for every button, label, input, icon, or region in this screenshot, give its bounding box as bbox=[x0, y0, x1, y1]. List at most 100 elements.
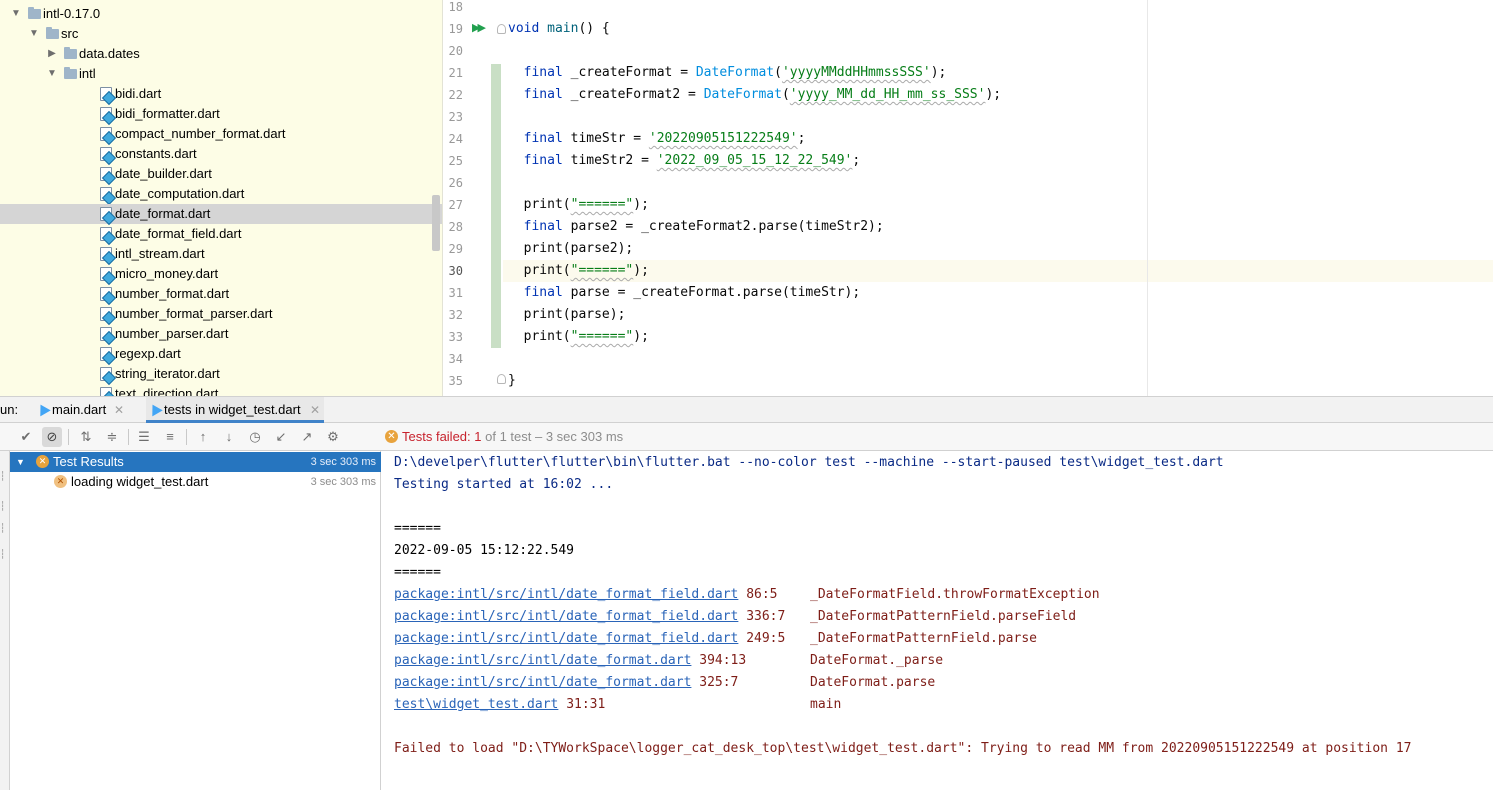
expand-all-icon[interactable]: ☰ bbox=[134, 427, 154, 447]
tree-scrollbar[interactable] bbox=[432, 195, 440, 251]
tab-main-dart[interactable]: main.dart ✕ bbox=[34, 397, 128, 423]
sort-alphabetically-icon[interactable]: ⇅ bbox=[76, 427, 96, 447]
test-duration: 3 sec 303 ms bbox=[310, 456, 376, 468]
stack-trace-member: _DateFormatPatternField.parseField bbox=[810, 609, 1077, 624]
previous-failed-icon[interactable]: ↑ bbox=[193, 427, 213, 447]
tree-file[interactable]: number_parser.dart bbox=[0, 324, 442, 344]
close-icon[interactable]: ✕ bbox=[114, 397, 124, 423]
tree-file[interactable]: regexp.dart bbox=[0, 344, 442, 364]
code-line[interactable]: final timeStr2 = '2022_09_05_15_12_22_54… bbox=[508, 150, 861, 172]
strip-marker[interactable]: ┆ bbox=[0, 471, 5, 485]
stack-trace-link[interactable]: package:intl/src/intl/date_format_field.… bbox=[394, 609, 738, 624]
tree-item-label: constants.dart bbox=[115, 146, 197, 161]
test-results-tree[interactable]: ▼ ✕ Test Results 3 sec 303 ms ✕ loading … bbox=[10, 451, 381, 790]
fold-icon[interactable] bbox=[497, 374, 506, 384]
stack-trace-location: 336:7 bbox=[738, 609, 786, 624]
import-tests-icon[interactable]: ↙ bbox=[271, 427, 291, 447]
tree-item-label: bidi.dart bbox=[115, 86, 162, 101]
tree-file[interactable]: string_iterator.dart bbox=[0, 364, 442, 384]
stack-trace-line: package:intl/src/intl/date_format.dart 3… bbox=[394, 672, 935, 694]
code-line[interactable]: print("======"); bbox=[508, 260, 649, 282]
chevron-down-icon[interactable]: ▼ bbox=[46, 64, 58, 84]
dart-file-icon bbox=[100, 267, 112, 281]
tree-item-label: date_format_field.dart bbox=[115, 226, 242, 241]
tree-file[interactable]: date_format.dart bbox=[0, 204, 442, 224]
stack-trace-location: 249:5 bbox=[738, 631, 786, 646]
line-number: 20 bbox=[448, 44, 463, 58]
console-output[interactable]: D:\develper\flutter\flutter\bin\flutter.… bbox=[382, 451, 1493, 790]
next-failed-icon[interactable]: ↓ bbox=[219, 427, 239, 447]
console-line: D:\develper\flutter\flutter\bin\flutter.… bbox=[394, 455, 1224, 470]
tree-folder[interactable]: ▼ intl-0.17.0 bbox=[0, 4, 442, 24]
line-number: 33 bbox=[448, 330, 463, 344]
stack-trace-link[interactable]: package:intl/src/intl/date_format.dart bbox=[394, 653, 691, 668]
code-line[interactable]: print(parse); bbox=[508, 304, 626, 326]
code-editor[interactable] bbox=[503, 0, 1493, 396]
test-results-root[interactable]: ▼ ✕ Test Results 3 sec 303 ms bbox=[10, 452, 381, 472]
gear-icon[interactable]: ⚙ bbox=[323, 427, 343, 447]
code-line[interactable]: final _createFormat2 = DateFormat('yyyy_… bbox=[508, 84, 1001, 106]
tree-file[interactable]: micro_money.dart bbox=[0, 264, 442, 284]
code-line[interactable]: print(parse2); bbox=[508, 238, 634, 260]
dart-file-icon bbox=[100, 207, 112, 221]
vcs-change-marker[interactable] bbox=[491, 64, 501, 348]
chevron-down-icon[interactable]: ▼ bbox=[16, 452, 25, 472]
tab-tests-in-widget-test[interactable]: tests in widget_test.dart ✕ bbox=[146, 397, 324, 423]
stack-trace-link[interactable]: package:intl/src/intl/date_format_field.… bbox=[394, 631, 738, 646]
code-line[interactable]: final parse = _createFormat.parse(timeSt… bbox=[508, 282, 861, 304]
tree-file[interactable]: constants.dart bbox=[0, 144, 442, 164]
chevron-right-icon[interactable]: ▶ bbox=[46, 44, 58, 64]
strip-marker[interactable]: ┆ bbox=[0, 501, 5, 515]
tree-folder[interactable]: ▼ src bbox=[0, 24, 442, 44]
test-failed-icon: ✕ bbox=[36, 455, 49, 468]
tree-item-label: intl_stream.dart bbox=[115, 246, 205, 261]
stack-trace-link[interactable]: test\widget_test.dart bbox=[394, 697, 558, 712]
code-line[interactable]: print("======"); bbox=[508, 194, 649, 216]
code-line[interactable]: final timeStr = '20220905151222549'; bbox=[508, 128, 806, 150]
tree-file[interactable]: date_computation.dart bbox=[0, 184, 442, 204]
strip-marker[interactable]: ┆ bbox=[0, 549, 5, 563]
code-line[interactable]: } bbox=[508, 370, 516, 392]
line-number: 28 bbox=[448, 220, 463, 234]
tree-file[interactable]: text_direction.dart bbox=[0, 384, 442, 396]
show-ignored-icon[interactable]: ⊘ bbox=[42, 427, 62, 447]
code-line[interactable]: void main() { bbox=[508, 18, 610, 40]
code-line[interactable]: final _createFormat = DateFormat('yyyyMM… bbox=[508, 62, 947, 84]
project-tree[interactable]: ▼ intl-0.17.0 ▼ src ▶ data.dates ▼ intl bidi.dar… bbox=[0, 0, 443, 396]
test-label: loading widget_test.dart bbox=[71, 474, 209, 489]
tree-file[interactable]: intl_stream.dart bbox=[0, 244, 442, 264]
collapse-all-icon[interactable]: ≡ bbox=[160, 427, 180, 447]
chevron-down-icon[interactable]: ▼ bbox=[28, 24, 40, 44]
code-line[interactable]: final parse2 = _createFormat2.parse(time… bbox=[508, 216, 884, 238]
tree-file[interactable]: date_format_field.dart bbox=[0, 224, 442, 244]
tree-folder[interactable]: ▼ intl bbox=[0, 64, 442, 84]
export-tests-icon[interactable]: ↗ bbox=[297, 427, 317, 447]
line-number: 18 bbox=[448, 0, 463, 14]
tree-file[interactable]: number_format.dart bbox=[0, 284, 442, 304]
tree-item-label: compact_number_format.dart bbox=[115, 126, 286, 141]
test-item-loading[interactable]: ✕ loading widget_test.dart 3 sec 303 ms bbox=[10, 472, 381, 492]
strip-marker[interactable]: ┆ bbox=[0, 523, 5, 537]
tree-file[interactable]: date_builder.dart bbox=[0, 164, 442, 184]
line-number: 27 bbox=[448, 198, 463, 212]
tree-item-label: bidi_formatter.dart bbox=[115, 106, 220, 121]
stack-trace-link[interactable]: package:intl/src/intl/date_format.dart bbox=[394, 675, 691, 690]
fold-icon[interactable] bbox=[497, 24, 506, 34]
tree-file[interactable]: bidi_formatter.dart bbox=[0, 104, 442, 124]
tree-folder[interactable]: ▶ data.dates bbox=[0, 44, 442, 64]
tree-item-label: date_computation.dart bbox=[115, 186, 245, 201]
sort-by-duration-icon[interactable]: ≑ bbox=[102, 427, 122, 447]
tree-file[interactable]: compact_number_format.dart bbox=[0, 124, 442, 144]
dart-file-icon bbox=[100, 167, 112, 181]
close-icon[interactable]: ✕ bbox=[310, 397, 320, 423]
show-passed-icon[interactable]: ✔ bbox=[16, 427, 36, 447]
run-test-icon[interactable]: ▶▶ bbox=[472, 21, 486, 37]
history-icon[interactable]: ◷ bbox=[245, 427, 265, 447]
chevron-down-icon[interactable]: ▼ bbox=[10, 4, 22, 24]
tree-file[interactable]: bidi.dart bbox=[0, 84, 442, 104]
run-side-strip: ┆ ┆ ┆ ┆ bbox=[0, 451, 10, 790]
tree-file[interactable]: number_format_parser.dart bbox=[0, 304, 442, 324]
code-line[interactable]: print("======"); bbox=[508, 326, 649, 348]
tree-item-label: regexp.dart bbox=[115, 346, 181, 361]
stack-trace-link[interactable]: package:intl/src/intl/date_format_field.… bbox=[394, 587, 738, 602]
